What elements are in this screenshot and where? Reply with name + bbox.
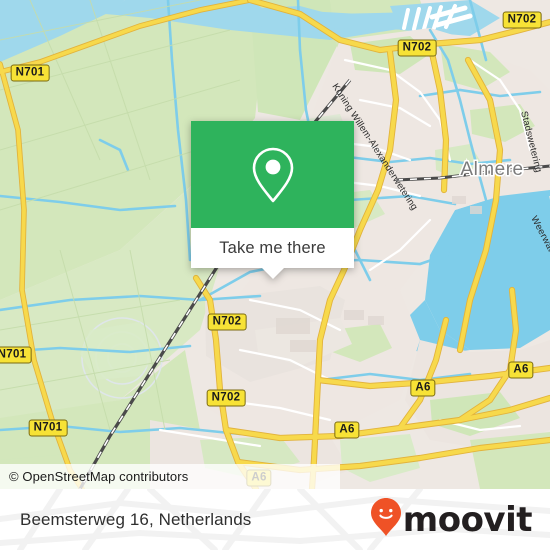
map-place-label-almere: Almere: [460, 159, 523, 180]
road-shield-n701: N701: [0, 346, 32, 364]
callout-pointer: [261, 268, 284, 279]
road-shield-n702: N702: [502, 11, 542, 29]
moovit-map-screen: Almere Koning Willem-Alexanderwetering S…: [0, 0, 550, 550]
map-water-label-weerwater: Weerwater: [528, 214, 550, 261]
road-shield-a6: A6: [334, 421, 360, 439]
moovit-wordmark: moovit: [402, 499, 533, 540]
map-pin-icon: [250, 146, 296, 204]
road-shield-n701: N701: [28, 419, 68, 437]
take-me-there-button[interactable]: Take me there: [191, 228, 354, 279]
attribution-text: © OpenStreetMap contributors: [9, 469, 189, 484]
road-shield-n702: N702: [397, 39, 437, 57]
take-me-there-label: Take me there: [219, 238, 326, 257]
road-shield-n701: N701: [10, 64, 50, 82]
poi-card-header: [191, 121, 354, 228]
road-shield-a6: A6: [410, 379, 436, 397]
poi-callout-card[interactable]: Take me there: [191, 121, 354, 279]
footer-bar: Beemsterweg 16, Netherlands moovit: [0, 489, 550, 550]
road-shield-n702: N702: [206, 389, 246, 407]
road-shield-n702: N702: [207, 313, 247, 331]
footer-address-text: Beemsterweg 16, Netherlands: [20, 509, 252, 529]
road-shield-a6: A6: [508, 361, 534, 379]
moovit-pin-smile-icon: [370, 498, 401, 541]
map-attribution[interactable]: © OpenStreetMap contributors: [0, 464, 340, 489]
footer-address: Beemsterweg 16, Netherlands: [20, 489, 251, 550]
moovit-logo[interactable]: moovit: [370, 489, 533, 550]
